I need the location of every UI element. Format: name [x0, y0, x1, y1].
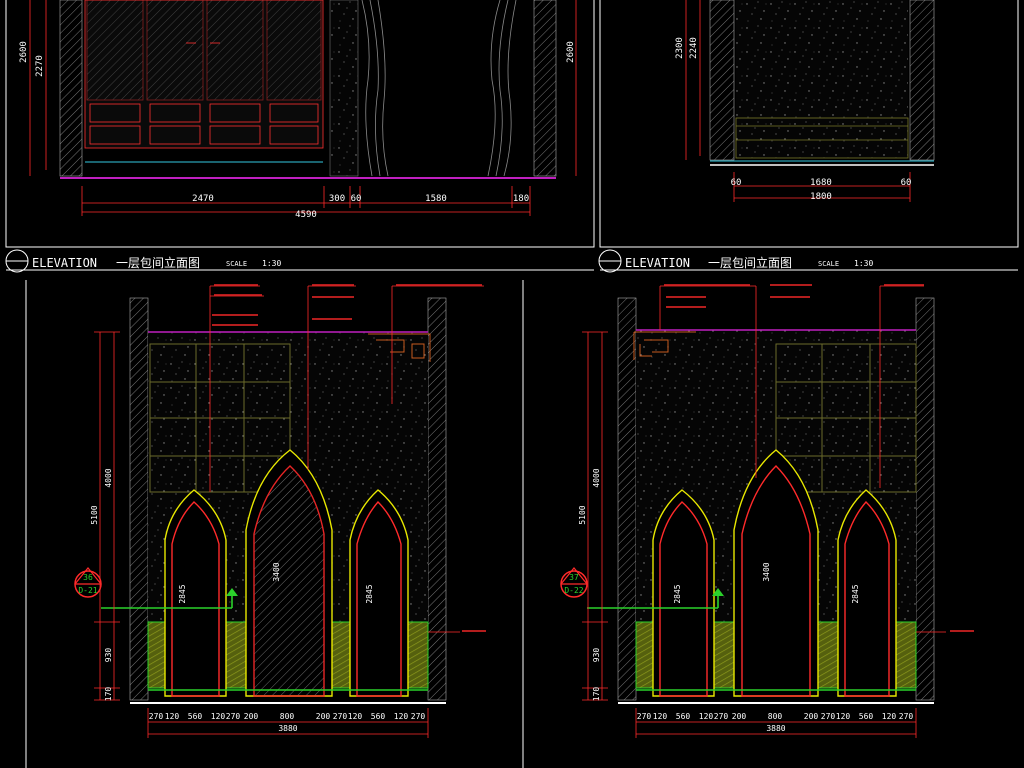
scale-label: SCALE — [226, 260, 247, 268]
height-dim-h2: 5100 — [578, 505, 587, 524]
width-dim-2: 60 — [901, 178, 912, 188]
title-elevation: ELEVATION — [625, 256, 690, 270]
width-dim-2: 60 — [351, 194, 362, 204]
right-wall — [909, 0, 935, 161]
section-marker-top: 37 — [569, 573, 579, 582]
elevation-panel-top-left: 2600 2270 2600 2470 300 60 1580 180 4590… — [5, 0, 595, 273]
gothic-arch-right — [349, 489, 409, 697]
height-dim-h4: 170 — [592, 687, 601, 702]
total-width-dim: 3880 — [766, 724, 785, 733]
speckle-wall-strip — [329, 0, 359, 177]
arch-height-0: 2845 — [178, 584, 187, 603]
width-dim-10: 560 — [371, 712, 386, 721]
height-dim-h2: 5100 — [90, 505, 99, 524]
arch-height-0: 2845 — [673, 584, 682, 603]
elevation-panel-bottom-right: 37 D-22 4000 5100 930 170 2845 3400 2845 — [560, 284, 974, 738]
cad-drawing-canvas: 2600 2270 2600 2470 300 60 1580 180 4590… — [5, 0, 1019, 768]
width-dim-5: 200 — [732, 712, 747, 721]
width-dim-8: 270 — [333, 712, 348, 721]
height-dim-h3: 930 — [104, 648, 113, 663]
right-wall — [427, 297, 447, 701]
gothic-arch-left — [164, 489, 227, 697]
arch-height-2: 2845 — [365, 584, 374, 603]
right-wall — [915, 297, 935, 701]
height-dim-left-total: 2600 — [19, 41, 29, 63]
width-dim-1: 120 — [165, 712, 180, 721]
lattice-door-panels — [84, 0, 324, 149]
gothic-arch-left — [652, 489, 715, 697]
title-chinese: 一层包间立面图 — [708, 255, 792, 270]
height-dim-h1: 4000 — [592, 468, 601, 487]
width-dim-7: 200 — [316, 712, 331, 721]
width-dim-3: 1580 — [425, 194, 447, 204]
width-dim-4: 270 — [226, 712, 241, 721]
width-dim-2: 560 — [188, 712, 203, 721]
height-dim-inner: 2240 — [689, 37, 699, 59]
width-dim-0: 60 — [731, 178, 742, 188]
width-dim-7: 200 — [804, 712, 819, 721]
height-dim-right-total: 2600 — [566, 41, 576, 63]
left-wall — [59, 0, 83, 177]
total-width-dim: 3880 — [278, 724, 297, 733]
width-dim-2: 560 — [676, 712, 691, 721]
width-dim-row: 270 120 560 120 270 200 800 200 270 120 … — [637, 712, 914, 721]
width-dim-11: 120 — [882, 712, 897, 721]
width-dim-1: 300 — [329, 194, 345, 204]
width-dim-4: 270 — [714, 712, 729, 721]
curtain-drawing — [361, 0, 517, 177]
width-dim-10: 560 — [859, 712, 874, 721]
width-dim-1: 1680 — [810, 178, 832, 188]
width-dim-5: 200 — [244, 712, 259, 721]
height-dim-left-inner: 2270 — [35, 55, 45, 77]
width-dim-0: 270 — [149, 712, 164, 721]
arch-height-2: 2845 — [851, 584, 860, 603]
height-dim-h4: 170 — [104, 687, 113, 702]
width-dim-9: 120 — [348, 712, 363, 721]
scale-value: 1:30 — [854, 259, 873, 268]
width-dim-3: 120 — [211, 712, 226, 721]
width-dim-12: 270 — [899, 712, 914, 721]
total-width-dim: 4590 — [295, 210, 317, 220]
width-dim-9: 120 — [836, 712, 851, 721]
arch-height-1: 3400 — [762, 562, 771, 581]
width-dim-1: 120 — [653, 712, 668, 721]
left-wall — [129, 297, 149, 701]
scale-value: 1:30 — [262, 259, 281, 268]
right-wall — [533, 0, 557, 177]
width-dim-row: 270 120 560 120 270 200 800 200 270 120 … — [149, 712, 426, 721]
width-dim-4: 180 — [513, 194, 529, 204]
width-dim-12: 270 — [411, 712, 426, 721]
title-elevation: ELEVATION — [32, 256, 97, 270]
total-width-dim: 1800 — [810, 192, 832, 202]
width-dim-3: 120 — [699, 712, 714, 721]
arch-height-1: 3400 — [272, 562, 281, 581]
width-dim-0: 2470 — [192, 194, 214, 204]
scale-label: SCALE — [818, 260, 839, 268]
width-dim-11: 120 — [394, 712, 409, 721]
section-marker-bottom: D-21 — [78, 586, 97, 595]
width-dim-6: 800 — [280, 712, 295, 721]
width-dim-0: 270 — [637, 712, 652, 721]
elevation-panel-top-right: 2300 2240 60 1680 60 1800 ELEVATION 一层包间… — [598, 0, 1019, 273]
width-dim-6: 800 — [768, 712, 783, 721]
elevation-panel-bottom-left: 36 D-21 4000 5100 930 170 2845 3400 2845… — [25, 280, 524, 768]
height-dim-h1: 4000 — [104, 468, 113, 487]
gothic-arch-right — [837, 489, 897, 697]
speckle-back-wall — [736, 0, 908, 158]
height-dim-total: 2300 — [675, 37, 685, 59]
height-dim-h3: 930 — [592, 648, 601, 663]
width-dim-8: 270 — [821, 712, 836, 721]
left-wall — [617, 297, 637, 701]
title-chinese: 一层包间立面图 — [116, 255, 200, 270]
section-marker-bottom: D-22 — [564, 586, 583, 595]
left-wall — [709, 0, 735, 161]
section-marker-top: 36 — [83, 573, 93, 582]
